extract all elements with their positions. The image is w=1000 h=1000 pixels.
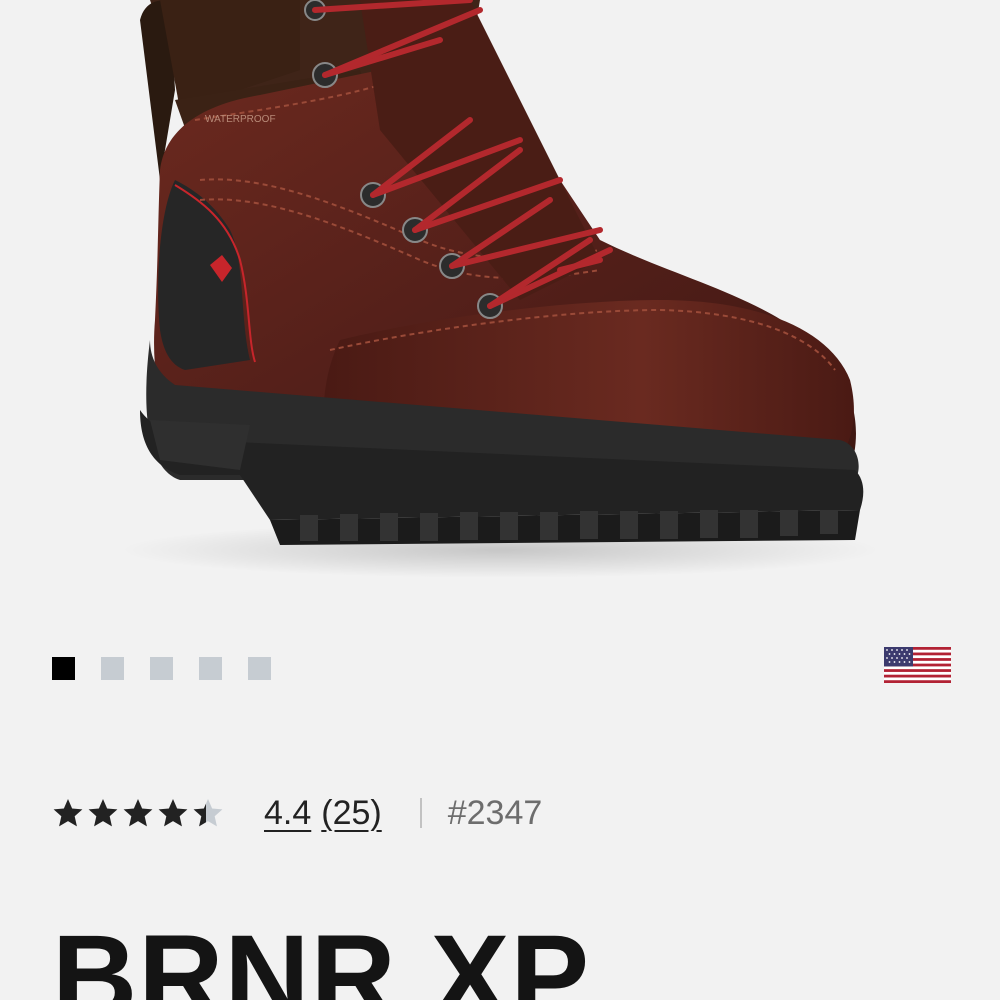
carousel-dot-3[interactable] [150,657,173,680]
divider [419,798,422,828]
rating-row: 4.4 (25) #2347 [52,790,542,836]
us-flag-icon[interactable] [884,647,951,683]
reviews-link[interactable]: 4.4 (25) [264,794,382,833]
star-full-icon [158,799,188,827]
star-rating [52,797,224,829]
carousel-dot-1[interactable] [52,657,75,680]
image-carousel-indicators [52,657,271,680]
rating-score: 4.4 [264,793,312,832]
svg-text:WATERPROOF: WATERPROOF [205,114,276,125]
us-flag-graphic [884,647,951,683]
star-full-icon [88,799,118,827]
style-number: #2347 [447,793,543,832]
product-image[interactable]: WATERPROOF [0,0,1000,620]
review-count: (25) [321,793,382,832]
product-page: WATERPROOF 4.4 (25) #2347 BRNR XP [0,0,1000,1000]
carousel-dot-2[interactable] [101,657,124,680]
star-full-icon [123,799,153,827]
carousel-dot-5[interactable] [248,657,271,680]
star-partial-icon [193,799,223,827]
carousel-dot-4[interactable] [199,657,222,680]
boot-image: WATERPROOF [120,0,880,578]
star-full-icon [53,799,83,827]
product-title: BRNR XP [52,911,591,1000]
